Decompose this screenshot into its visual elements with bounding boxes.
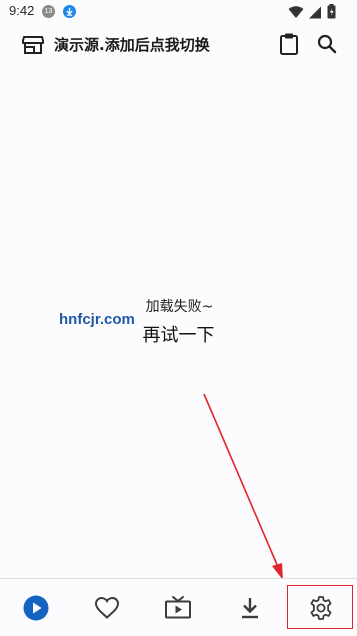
- app-title-source-switch[interactable]: 演示源.添加后点我切换: [54, 34, 210, 55]
- wifi-icon: [288, 4, 304, 23]
- status-time: 9:42: [9, 3, 35, 18]
- app-bar: 演示源.添加后点我切换: [0, 24, 357, 66]
- bottom-navigation: [0, 578, 357, 636]
- source-switch-icon[interactable]: [21, 33, 45, 57]
- nav-tv[interactable]: [142, 579, 213, 636]
- nav-favorites[interactable]: [71, 579, 142, 636]
- annotation-arrow: [203, 393, 283, 580]
- battery-icon: [327, 4, 336, 23]
- notification-count-badge: 13: [42, 5, 55, 18]
- watermark-text: hnfcjr.com: [59, 311, 135, 328]
- nav-home-play[interactable]: [0, 579, 71, 636]
- load-failed-message: 加载失败~: [0, 296, 357, 316]
- tv-icon: [164, 595, 192, 621]
- download-icon: [239, 596, 261, 620]
- play-circle-icon: [23, 595, 49, 621]
- status-icons: [288, 4, 336, 23]
- cell-signal-icon: [309, 4, 322, 23]
- clipboard-icon[interactable]: [277, 32, 301, 56]
- heart-icon: [94, 596, 120, 620]
- download-notification-icon: [63, 5, 76, 18]
- search-icon[interactable]: [315, 32, 339, 56]
- retry-button[interactable]: 再试一下: [0, 321, 357, 347]
- load-failed-text: 加载失败~: [145, 299, 214, 315]
- annotation-highlight-box: [287, 585, 353, 629]
- status-bar: 9:42 13: [0, 0, 357, 24]
- nav-downloads[interactable]: [214, 579, 285, 636]
